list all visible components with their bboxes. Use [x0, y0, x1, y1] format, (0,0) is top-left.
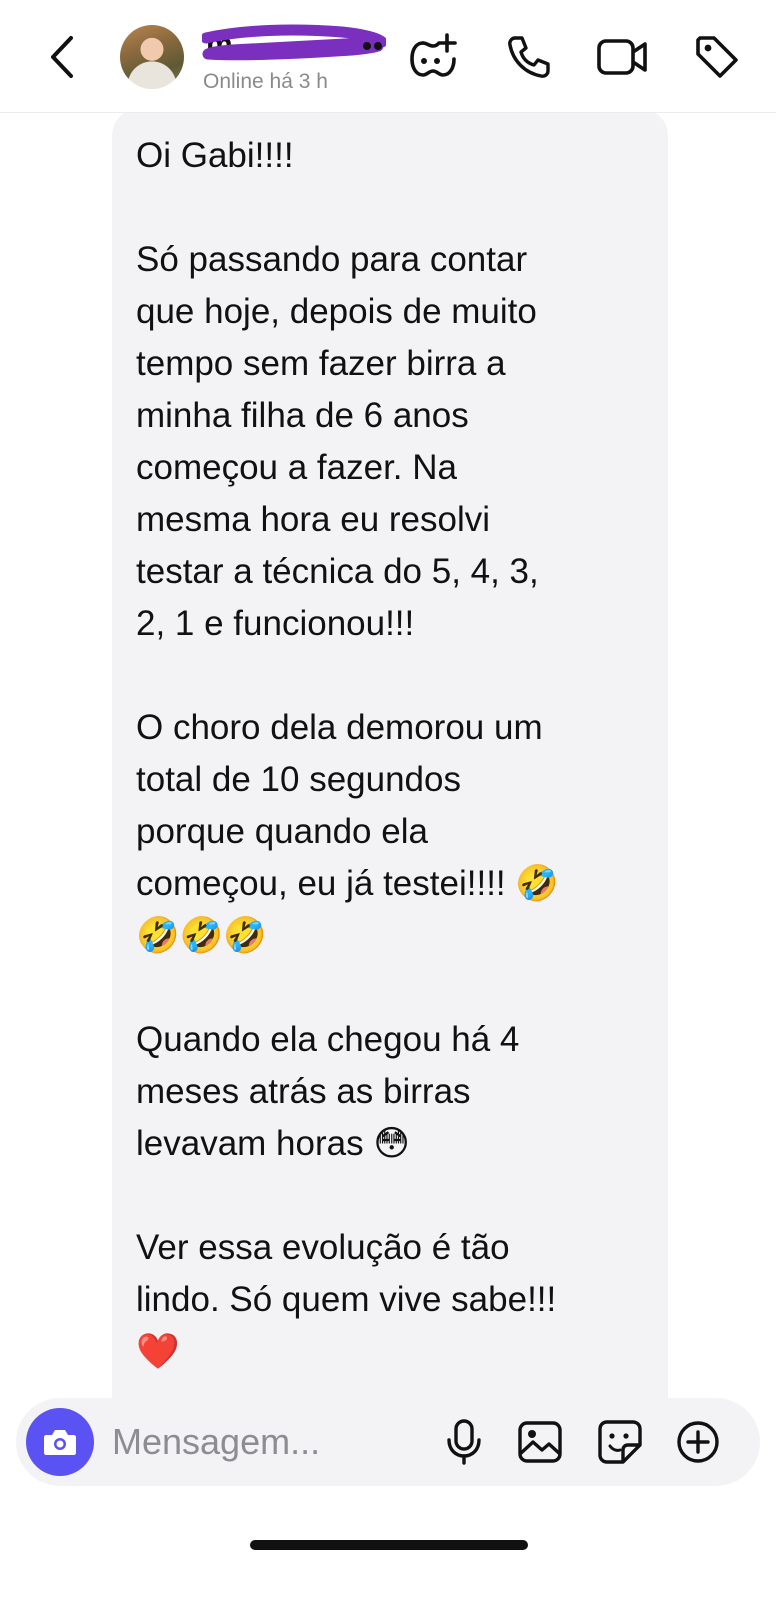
voice-message-button[interactable]	[438, 1416, 490, 1468]
message-input[interactable]	[112, 1412, 422, 1472]
game-controller-icon	[410, 33, 457, 77]
tag-icon	[696, 36, 738, 78]
back-button[interactable]	[40, 30, 84, 84]
video-call-button[interactable]	[596, 30, 650, 84]
plus-circle-icon	[677, 1421, 719, 1463]
message-paragraph: Oi Gabi!!!!	[136, 136, 294, 175]
message-bubble[interactable]: Oi Gabi!!!! Só passando para contar que …	[112, 108, 668, 1428]
camera-button[interactable]	[26, 1408, 94, 1476]
image-icon	[518, 1421, 562, 1463]
more-options-button[interactable]	[672, 1416, 724, 1468]
home-indicator[interactable]	[250, 1540, 528, 1550]
chat-header: m Online há 3 h	[0, 0, 776, 113]
chat-screen: m Online há 3 h Oi Gabi!!!! Só passando …	[0, 0, 776, 1600]
video-camera-icon	[597, 39, 647, 75]
presence-status: Online há 3 h	[203, 70, 328, 93]
games-button[interactable]	[406, 30, 460, 84]
message-paragraph: O choro dela demorou um total de 10 segu…	[136, 708, 559, 955]
message-paragraph: Ver essa evolução é tão lindo. Só quem v…	[136, 1228, 557, 1371]
gallery-button[interactable]	[514, 1416, 566, 1468]
redaction-scribble	[202, 24, 386, 61]
message-composer	[16, 1398, 760, 1486]
label-button[interactable]	[690, 30, 744, 84]
message-paragraph: Só passando para contar que hoje, depois…	[136, 240, 539, 643]
chevron-left-icon	[51, 36, 73, 78]
sticker-icon	[598, 1420, 642, 1464]
phone-icon	[508, 36, 550, 78]
microphone-icon	[447, 1419, 481, 1465]
camera-icon	[44, 1430, 76, 1455]
voice-call-button[interactable]	[502, 30, 556, 84]
message-paragraph: Quando ela chegou há 4 meses atrás as bi…	[136, 1020, 520, 1163]
avatar[interactable]	[120, 25, 184, 89]
sticker-button[interactable]	[594, 1416, 646, 1468]
contact-name[interactable]: m	[202, 24, 386, 66]
